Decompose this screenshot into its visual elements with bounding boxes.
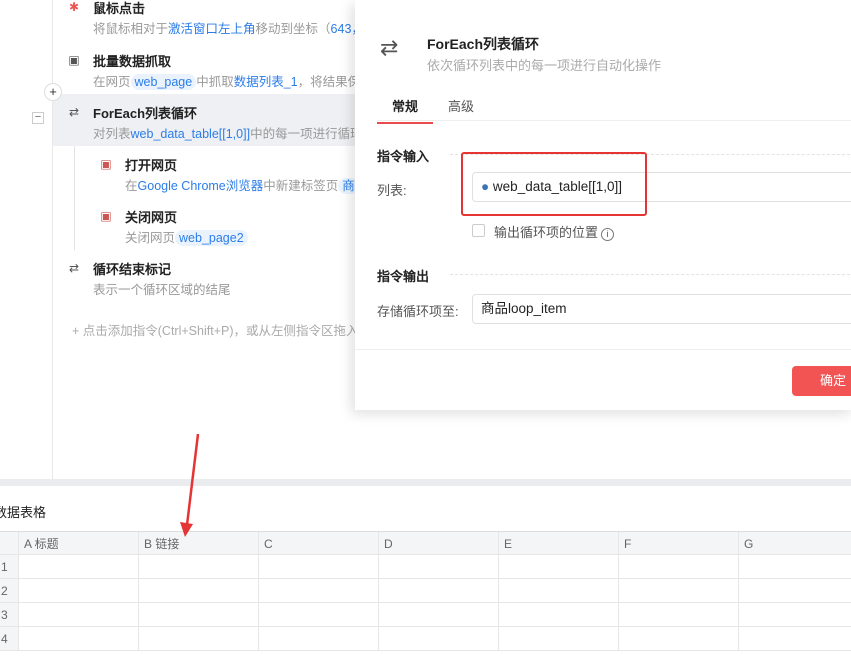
annotation-arrow xyxy=(180,433,200,537)
